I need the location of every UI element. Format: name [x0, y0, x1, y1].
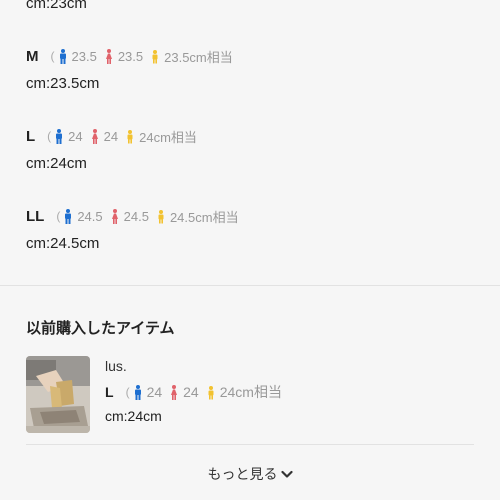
size-cm: cm:24.5cm — [26, 235, 100, 252]
size-line: M ( 23.5 23.5 23.5cm相当 — [26, 46, 241, 66]
item-size-name: L — [105, 384, 114, 400]
men-size: 24 — [55, 128, 83, 144]
man-icon — [59, 48, 66, 64]
kids-size: 23.5cm相当 — [151, 47, 233, 66]
item-cm: cm:24cm — [105, 408, 162, 424]
child-icon — [158, 209, 164, 223]
kids-size-value: 24cm相当 — [219, 384, 282, 400]
size-line: LL ( 24.5 24.5 24.5cm相当 — [26, 206, 247, 226]
size-row-ll: LL ( 24.5 24.5 24.5cm相当 cm:24.5cm — [26, 206, 247, 254]
size-name: LL — [26, 207, 45, 225]
item-brand: lus. — [105, 358, 127, 374]
show-more-label: もっと見る — [207, 466, 278, 482]
women-size-value: 24.5 — [123, 208, 149, 224]
man-icon — [56, 128, 63, 144]
section-title: 以前購入したアイテム — [26, 320, 175, 337]
item-thumbnail[interactable] — [26, 356, 90, 433]
child-icon — [208, 385, 214, 399]
men-size-value: 24.5 — [77, 208, 103, 224]
kids-size: 24cm相当 — [207, 382, 282, 402]
paren: ( — [125, 385, 130, 399]
paren: ( — [56, 209, 61, 223]
man-icon — [65, 208, 72, 224]
woman-icon — [171, 384, 178, 400]
woman-icon — [91, 128, 98, 144]
woman-icon — [105, 48, 112, 64]
size-cm: cm:23cm — [26, 0, 87, 12]
kids-size: 24.5cm相当 — [157, 207, 239, 226]
women-size-value: 23.5 — [117, 48, 144, 64]
size-name: M — [26, 47, 39, 65]
man-icon — [134, 384, 141, 400]
size-chart-card: cm:23cm M ( 23.5 23.5 23.5cm相当 cm:23.5cm… — [0, 0, 500, 285]
size-row-m: M ( 23.5 23.5 23.5cm相当 cm:23.5cm — [26, 46, 241, 94]
woman-icon — [111, 208, 118, 224]
size-name: L — [26, 127, 36, 145]
women-size: 24 — [91, 128, 119, 144]
men-size-value: 24 — [146, 384, 163, 400]
item-size-line: L ( 24 24 24cm相当 — [105, 382, 290, 402]
size-line: L ( 24 24 24cm相当 — [26, 126, 205, 146]
men-size-value: 24 — [68, 128, 83, 144]
purchase-history-section: 以前購入したアイテム lus. L ( 24 24 24cm相当 cm:24cm… — [0, 286, 500, 500]
child-icon — [152, 49, 158, 63]
men-size-value: 23.5 — [71, 48, 97, 64]
women-size: 24 — [170, 384, 199, 400]
purchased-item[interactable]: lus. L ( 24 24 24cm相当 cm:24cm — [26, 356, 486, 434]
kids-size-value: 24.5cm相当 — [169, 209, 239, 225]
paren: ( — [47, 129, 52, 143]
men-size: 23.5 — [59, 48, 97, 64]
item-photo — [26, 356, 90, 433]
size-cm: cm:23.5cm — [26, 75, 100, 92]
size-row-s: cm:23cm — [26, 0, 87, 14]
women-size-value: 24 — [183, 384, 199, 400]
kids-size-value: 23.5cm相当 — [164, 49, 233, 65]
women-size: 23.5 — [105, 48, 144, 64]
size-cm: cm:24cm — [26, 155, 87, 172]
child-icon — [127, 129, 133, 143]
kids-size-value: 24cm相当 — [139, 129, 197, 145]
women-size-value: 24 — [103, 128, 119, 144]
show-more-button[interactable]: もっと見る — [0, 464, 500, 484]
item-divider — [26, 444, 474, 445]
kids-size: 24cm相当 — [126, 127, 197, 146]
paren: ( — [50, 49, 55, 63]
men-size: 24.5 — [64, 208, 103, 224]
men-size: 24 — [134, 384, 163, 400]
women-size: 24.5 — [111, 208, 149, 224]
size-row-l: L ( 24 24 24cm相当 cm:24cm — [26, 126, 205, 174]
chevron-down-icon — [280, 470, 293, 478]
